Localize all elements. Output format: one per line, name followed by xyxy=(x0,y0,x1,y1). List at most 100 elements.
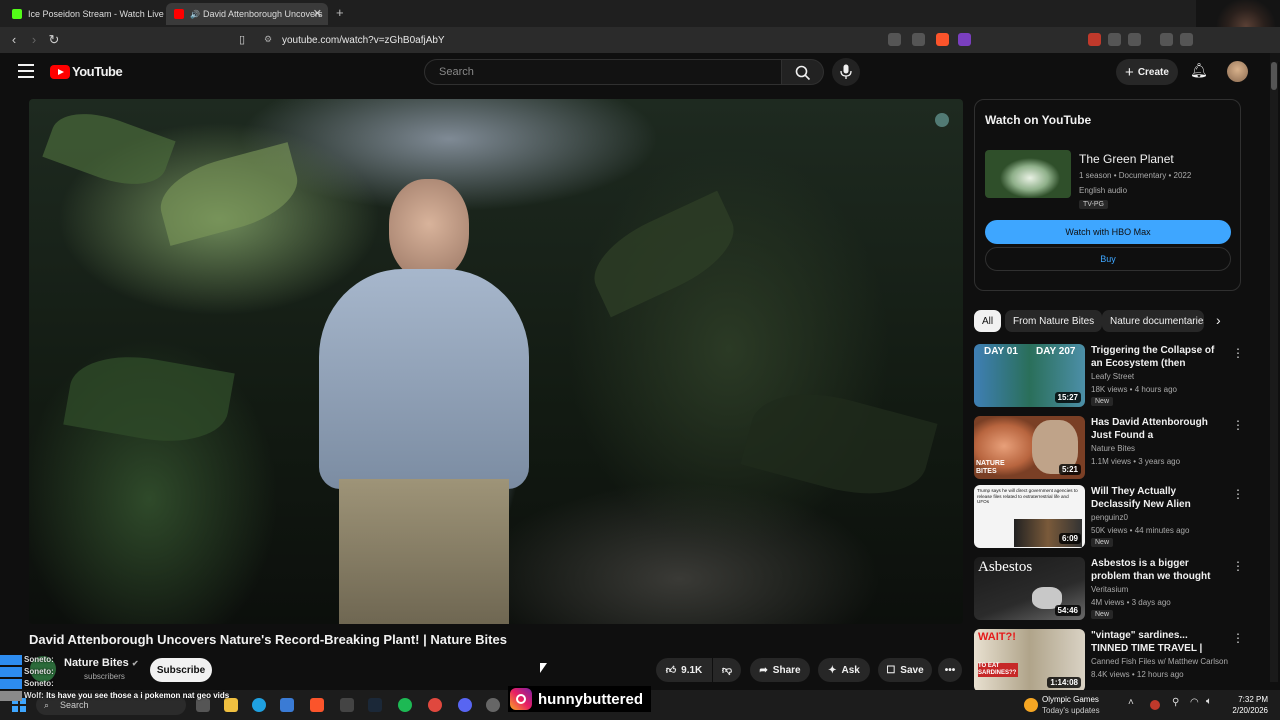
youtube-logo[interactable]: YouTube xyxy=(50,64,123,79)
steam-icon[interactable] xyxy=(368,698,382,712)
chat-badge-icon xyxy=(0,678,22,689)
video-thumbnail[interactable]: Trump says he will direct government age… xyxy=(974,485,1085,548)
page-scrollbar[interactable] xyxy=(1270,62,1278,682)
panel-heading: Watch on YouTube xyxy=(985,113,1092,127)
avatar[interactable] xyxy=(1227,61,1248,82)
create-button[interactable]: + Create xyxy=(1116,59,1178,85)
kick-icon xyxy=(12,9,22,19)
app-icon[interactable] xyxy=(340,698,354,712)
more-vertical-icon[interactable]: ⋮ xyxy=(1232,487,1244,501)
list-item[interactable]: WAIT?! TO EAT SARDINES?? 1:14:08 "vintag… xyxy=(974,629,1270,693)
more-vertical-icon[interactable]: ⋮ xyxy=(1232,418,1244,432)
video-thumbnail[interactable]: WAIT?! TO EAT SARDINES?? 1:14:08 xyxy=(974,629,1085,692)
wifi-icon[interactable]: ◠ xyxy=(1190,697,1199,708)
video-title[interactable]: Has David Attenborough Just Found a HALL… xyxy=(1091,416,1226,442)
watch-with-hbo-button[interactable]: Watch with HBO Max xyxy=(985,220,1231,244)
video-thumbnail[interactable]: Asbestos 54:46 xyxy=(974,557,1085,620)
video-title[interactable]: Triggering the Collapse of an Ecosystem … xyxy=(1091,344,1226,370)
volume-icon[interactable]: 🔈︎ xyxy=(1206,696,1212,707)
channel-name[interactable]: Leafy Street xyxy=(1091,372,1134,381)
browser-tab-youtube[interactable]: 🔊 David Attenborough Uncovers ✕ xyxy=(166,3,328,25)
close-tab-icon[interactable]: ✕ xyxy=(313,7,322,20)
new-badge: New xyxy=(1091,538,1114,547)
forward-icon[interactable]: › xyxy=(26,32,42,48)
logo-text: YouTube xyxy=(72,64,123,79)
scrollbar-thumb[interactable] xyxy=(1271,62,1277,90)
mouse-cursor xyxy=(540,663,547,673)
weather-icon[interactable] xyxy=(1024,698,1038,712)
spotify-icon[interactable] xyxy=(398,698,412,712)
channel-name[interactable]: Nature Bites xyxy=(1091,444,1135,453)
video-title: David Attenborough Uncovers Nature's Rec… xyxy=(29,632,507,647)
channel-watermark-icon[interactable] xyxy=(935,113,949,127)
video-thumbnail[interactable]: DAY 01 DAY 207 15:27 xyxy=(974,344,1085,407)
reload-icon[interactable]: ↻ xyxy=(46,32,62,48)
cast-icon[interactable] xyxy=(888,33,901,46)
url-field[interactable]: ⚙ youtube.com/watch?v=zGhB0afjAbY xyxy=(256,30,976,50)
search-button[interactable] xyxy=(782,59,824,85)
voice-search-button[interactable] xyxy=(832,58,860,86)
media-icon[interactable] xyxy=(1160,33,1173,46)
brave-shields-icon[interactable] xyxy=(936,33,949,46)
bookmark-icon[interactable]: ▯ xyxy=(234,32,250,48)
video-title[interactable]: "vintage" sardines... TINNED TIME TRAVEL… xyxy=(1091,629,1226,655)
video-title[interactable]: Will They Actually Declassify New Alien … xyxy=(1091,485,1226,511)
new-tab-button[interactable]: + xyxy=(336,5,344,20)
chat-message: Soneto: xyxy=(0,654,300,666)
menu-icon[interactable] xyxy=(18,64,34,78)
notifications-bell-icon[interactable]: 🔔︎ xyxy=(1190,62,1208,79)
save-button[interactable]: ☐ Save xyxy=(878,658,932,682)
show-title[interactable]: The Green Planet xyxy=(1079,152,1174,166)
clock[interactable]: 7:32 PM 2/20/2026 xyxy=(1228,694,1268,716)
chrome-icon[interactable] xyxy=(428,698,442,712)
tray-icon[interactable]: ⚲ xyxy=(1172,697,1179,708)
video-title[interactable]: Asbestos is a bigger problem than we tho… xyxy=(1091,557,1226,583)
extensions-puzzle-icon[interactable] xyxy=(1108,33,1121,46)
thumbs-down-icon: 👎︎ xyxy=(721,665,733,676)
speaker-icon: 🔊 xyxy=(190,9,200,19)
browser-tab-ice-poseidon[interactable]: Ice Poseidon Stream - Watch Live on xyxy=(4,3,164,25)
widgets-news[interactable]: Olympic Games Today's updates xyxy=(1042,694,1100,716)
video-player[interactable] xyxy=(29,99,963,624)
share-page-icon[interactable] xyxy=(912,33,925,46)
more-vertical-icon[interactable]: ⋮ xyxy=(1232,631,1244,645)
list-item[interactable]: DAY 01 DAY 207 15:27 Triggering the Coll… xyxy=(974,344,1270,408)
youtube-favicon-icon xyxy=(174,9,184,19)
discord-icon[interactable] xyxy=(458,698,472,712)
share-button[interactable]: ➦ Share xyxy=(750,658,810,682)
more-vertical-icon[interactable]: ⋮ xyxy=(1232,559,1244,573)
video-meta: 8.4K views • 12 hours ago xyxy=(1091,670,1184,679)
extension-icon[interactable] xyxy=(1088,33,1101,46)
channel-name[interactable]: Veritasium xyxy=(1091,585,1128,594)
like-button[interactable]: 👍︎ 9.1K xyxy=(656,658,712,682)
list-item[interactable]: Asbestos 54:46 Asbestos is a bigger prob… xyxy=(974,557,1270,621)
chevron-right-icon[interactable]: › xyxy=(1216,312,1221,328)
new-badge: New xyxy=(1091,397,1114,406)
address-bar-row: ‹ › ↻ ▯ ⚙ youtube.com/watch?v=zGhB0afjAb… xyxy=(0,27,1280,53)
screenshot-icon[interactable] xyxy=(1128,33,1141,46)
search-input[interactable]: Search xyxy=(424,59,782,85)
list-item[interactable]: Trump says he will direct government age… xyxy=(974,485,1270,549)
more-vertical-icon[interactable]: ⋮ xyxy=(1232,346,1244,360)
chip-nature-documentaries[interactable]: Nature documentaries xyxy=(1102,310,1204,332)
site-settings-icon[interactable]: ⚙ xyxy=(264,34,272,45)
chip-all[interactable]: All xyxy=(974,310,1002,332)
obs-icon[interactable] xyxy=(486,698,500,712)
brave-rewards-icon[interactable] xyxy=(958,33,971,46)
list-item[interactable]: NATURE BITES 5:21 Has David Attenborough… xyxy=(974,416,1270,480)
dislike-button[interactable]: 👎︎ xyxy=(713,658,741,682)
video-thumbnail[interactable]: NATURE BITES 5:21 xyxy=(974,416,1085,479)
foliage-shape xyxy=(152,142,306,246)
channel-name[interactable]: penguinz0 xyxy=(1091,513,1128,522)
buy-button[interactable]: Buy xyxy=(985,247,1231,271)
ask-button[interactable]: ✦ Ask xyxy=(818,658,870,682)
tray-app-icon[interactable] xyxy=(1150,700,1160,710)
chevron-up-icon[interactable]: ˄ xyxy=(1128,697,1134,708)
sidebar-icon[interactable] xyxy=(1180,33,1193,46)
back-icon[interactable]: ‹ xyxy=(6,32,22,48)
show-thumbnail[interactable] xyxy=(985,150,1071,198)
more-actions-button[interactable]: ••• xyxy=(938,658,962,682)
brave-icon[interactable] xyxy=(310,698,324,712)
channel-name[interactable]: Canned Fish Files w/ Matthew Carlson xyxy=(1091,657,1228,666)
chip-from-nature-bites[interactable]: From Nature Bites xyxy=(1005,310,1103,332)
